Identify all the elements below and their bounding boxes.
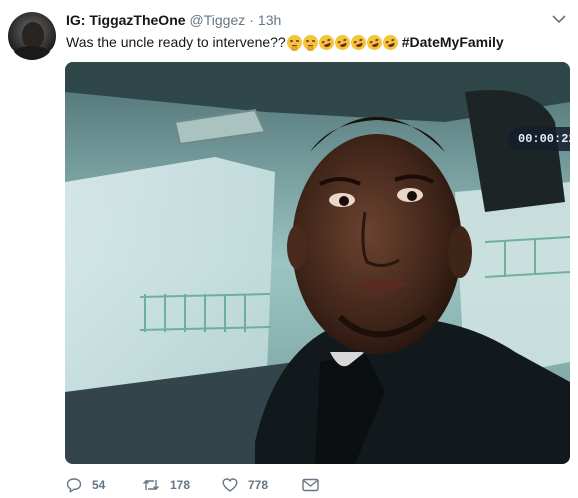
thinking-face-icon	[286, 34, 302, 51]
video-frame	[65, 62, 570, 464]
reply-icon	[66, 478, 82, 493]
video-player[interactable]: 00:00:22	[65, 62, 570, 464]
direct-message-icon	[302, 478, 319, 492]
avatar-head	[22, 22, 44, 48]
retweet-icon	[143, 480, 159, 490]
avatar-shoulders	[12, 46, 52, 60]
like-button[interactable]: 778	[222, 477, 302, 493]
retweet-count: 178	[170, 478, 191, 492]
rolling-on-floor-laughing-icon	[348, 32, 368, 52]
tweet-text-body: Was the uncle ready to intervene??	[66, 34, 286, 50]
direct-message-button[interactable]	[302, 478, 319, 492]
hashtag-link[interactable]: #DateMyFamily	[402, 34, 504, 50]
rolling-on-floor-laughing-icon	[364, 32, 384, 52]
like-icon	[222, 478, 238, 492]
user-handle[interactable]: @Tiggez	[190, 12, 246, 28]
chevron-down-icon[interactable]	[552, 14, 566, 24]
display-name[interactable]: IG: TiggazTheOne	[66, 12, 186, 28]
avatar[interactable]	[8, 12, 56, 60]
tweet-actions: 54 178 778	[66, 476, 319, 494]
rolling-on-floor-laughing-icon	[332, 32, 352, 52]
thinking-face-icon	[302, 34, 318, 51]
timestamp[interactable]: 13h	[258, 12, 281, 28]
retweet-button[interactable]: 178	[142, 477, 222, 493]
tweet[interactable]: IG: TiggazTheOne @Tiggez · 13h Was the u…	[0, 0, 578, 498]
reply-button[interactable]: 54	[66, 477, 142, 493]
rolling-on-floor-laughing-icon	[316, 32, 336, 52]
rolling-on-floor-laughing-icon	[380, 32, 400, 52]
tweet-header: IG: TiggazTheOne @Tiggez · 13h	[66, 12, 281, 30]
video-controls: 00:00:22	[508, 126, 570, 152]
video-elapsed-time: 00:00:22	[508, 127, 570, 151]
tweet-text: Was the uncle ready to intervene?? #Date…	[66, 32, 504, 52]
separator: ·	[249, 12, 254, 28]
reply-count: 54	[92, 478, 106, 492]
like-count: 778	[248, 478, 269, 492]
